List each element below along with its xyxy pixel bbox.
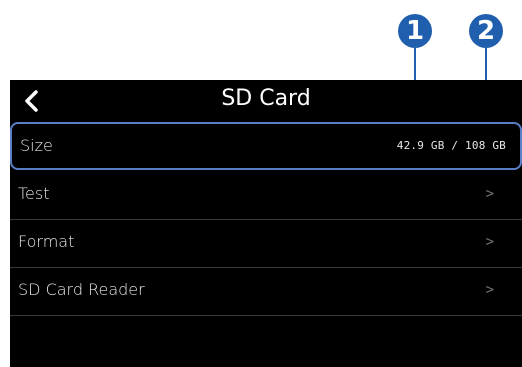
menu-item-test[interactable]: Test > <box>10 172 522 220</box>
top-bar: SD Card <box>10 80 522 122</box>
size-total-unit: GB <box>492 139 506 152</box>
size-label: Size <box>20 136 53 155</box>
size-total: 108 <box>465 139 486 152</box>
menu-item-label: Format <box>18 232 75 251</box>
menu-item-label: SD Card Reader <box>18 280 145 299</box>
menu-item-format[interactable]: Format > <box>10 220 522 268</box>
device-screen: SD Card Size 42.9 GB / 108 GB Test > For… <box>10 80 522 367</box>
size-used: 42.9 <box>396 139 425 152</box>
size-used-unit: GB <box>430 139 445 152</box>
chevron-right-icon: > <box>485 234 494 250</box>
size-value: 42.9 GB / 108 GB <box>397 139 506 152</box>
size-row[interactable]: Size 42.9 GB / 108 GB <box>10 122 522 170</box>
chevron-right-icon: > <box>485 282 494 298</box>
page-title: SD Card <box>221 86 311 111</box>
menu-item-sd-card-reader[interactable]: SD Card Reader > <box>10 268 522 316</box>
menu-item-label: Test <box>18 184 50 203</box>
callout-1: 1 <box>398 14 432 48</box>
chevron-right-icon: > <box>485 186 494 202</box>
size-separator: / <box>451 139 459 152</box>
callout-2: 2 <box>469 14 503 48</box>
